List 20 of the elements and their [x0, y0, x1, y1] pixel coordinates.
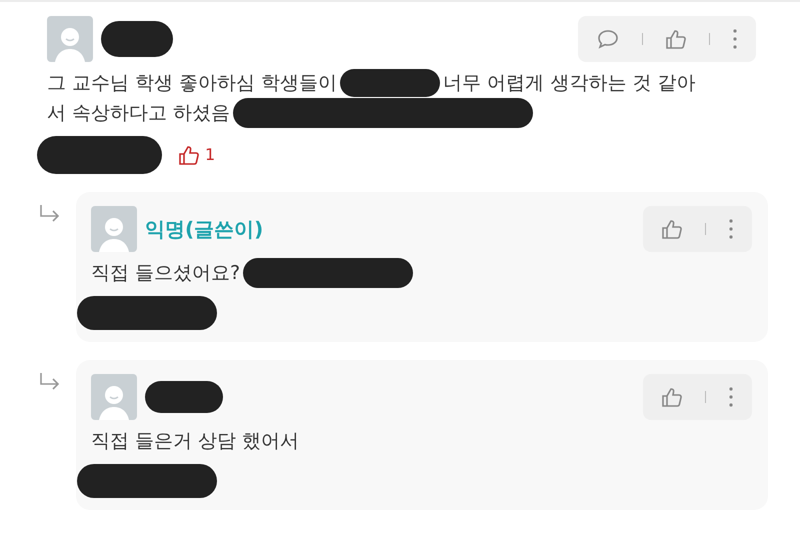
author-name: 익명(글쓴이) — [145, 216, 264, 243]
avatar-icon — [47, 16, 93, 62]
reply-arrow-icon — [38, 372, 62, 392]
comment-text: 그 교수님 학생 좋아하심 학생들이 — [47, 71, 338, 96]
thumbs-up-icon[interactable] — [661, 386, 683, 408]
comment-text: 서 속상하다고 하셨음 — [47, 101, 230, 126]
more-icon[interactable] — [732, 28, 738, 50]
avatar-icon — [91, 206, 137, 252]
more-icon[interactable] — [728, 386, 734, 408]
reply-arrow-icon — [38, 204, 62, 224]
thumbs-up-icon — [178, 144, 200, 166]
thumbs-up-icon[interactable] — [661, 218, 683, 240]
comment-text: 직접 들으셨어요? — [91, 261, 240, 286]
more-icon[interactable] — [728, 218, 734, 240]
thumbs-up-icon[interactable] — [665, 28, 687, 50]
comment-text: 직접 들은거 상담 했어서 — [91, 429, 300, 454]
like-count: 1 — [205, 144, 216, 166]
avatar-icon — [91, 374, 137, 420]
comment-icon[interactable] — [596, 28, 620, 50]
comment-text: 너무 어렵게 생각하는 것 같아 — [443, 71, 696, 96]
